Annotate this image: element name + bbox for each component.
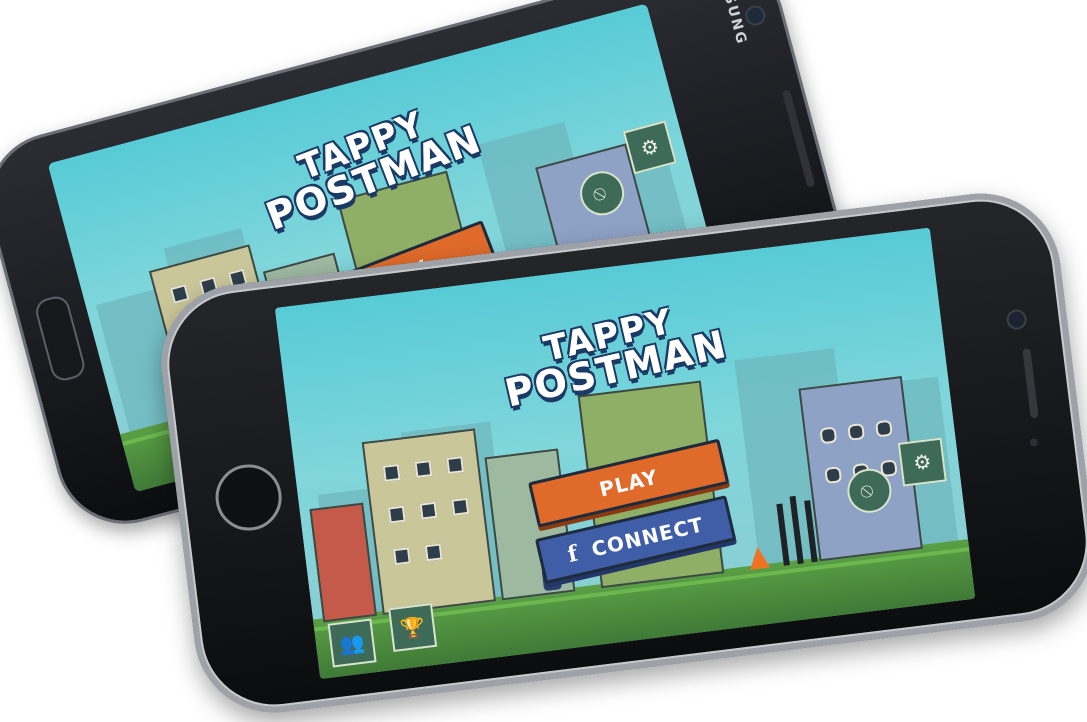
trophy-icon[interactable]: 🏆 [388, 602, 438, 652]
people-icon[interactable]: 👥 [327, 618, 377, 668]
building-left [361, 428, 497, 616]
traffic-cone [747, 545, 771, 570]
iphone-screen: TAPPY POSTMAN PLAY f CONNECT ⚙ ⃠ 👥 🏆 [274, 227, 976, 680]
gear-icon[interactable]: ⚙ [897, 437, 947, 487]
fence [771, 491, 829, 567]
facebook-icon: f [565, 539, 582, 568]
game-screen: TAPPY POSTMAN PLAY f CONNECT ⚙ ⃠ 👥 🏆 [274, 227, 976, 680]
